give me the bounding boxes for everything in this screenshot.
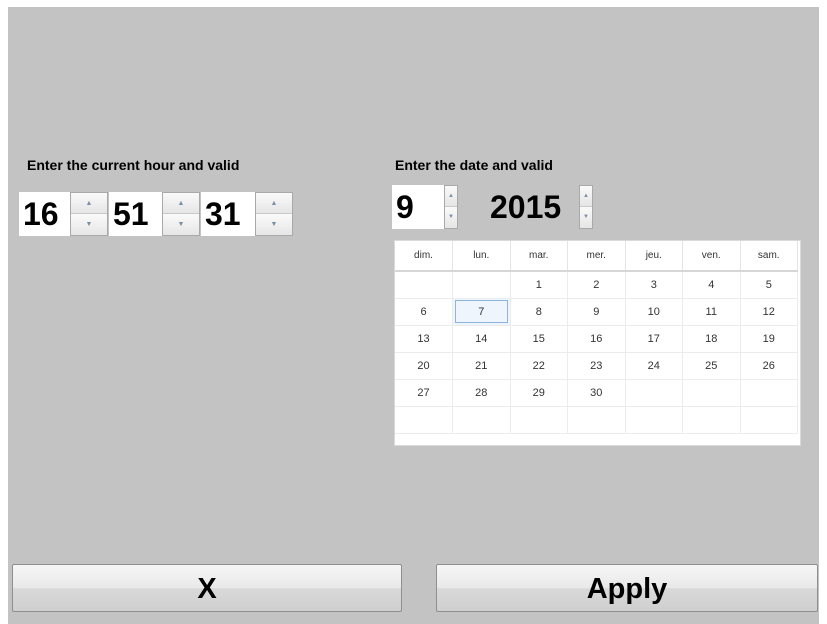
calendar-day[interactable]: 9: [567, 298, 626, 326]
calendar-day[interactable]: 26: [740, 352, 798, 380]
calendar-empty-cell: [395, 406, 453, 434]
weekday-header: dim.: [395, 241, 453, 272]
weekday-header: ven.: [682, 241, 741, 272]
cancel-button[interactable]: X: [12, 564, 402, 612]
calendar-week-row: 12345: [395, 271, 798, 299]
year-up-button[interactable]: ▲: [580, 186, 592, 207]
calendar-week-row: 6 7 8 9 10 11 12: [395, 298, 798, 326]
calendar-day[interactable]: 24: [625, 352, 683, 380]
hour-down-button[interactable]: ▼: [71, 214, 107, 235]
year-input[interactable]: 2015: [486, 185, 579, 229]
calendar-day[interactable]: 29: [510, 379, 568, 407]
calendar-day[interactable]: 14: [452, 325, 511, 353]
hour-spinner: ▲ ▼: [70, 192, 108, 236]
calendar-week-row: 20 21 22 23 24 25 26: [395, 352, 798, 380]
month-input[interactable]: 9: [392, 185, 444, 229]
calendar-day[interactable]: 23: [567, 352, 626, 380]
calendar-empty-cell: [510, 406, 568, 434]
triangle-down-icon: ▼: [177, 221, 185, 228]
minute-up-button[interactable]: ▲: [163, 193, 199, 214]
calendar-day[interactable]: 7: [452, 298, 511, 326]
triangle-up-icon: ▲: [448, 193, 454, 199]
calendar-day[interactable]: 19: [740, 325, 798, 353]
date-section-label: Enter the date and valid: [395, 157, 553, 173]
calendar-day[interactable]: 25: [682, 352, 741, 380]
calendar-empty-cell: [452, 406, 511, 434]
apply-button[interactable]: Apply: [436, 564, 818, 612]
calendar-empty-cell: [395, 271, 453, 299]
weekday-header: lun.: [452, 241, 511, 272]
triangle-up-icon: ▲: [85, 200, 93, 207]
calendar-day[interactable]: 28: [452, 379, 511, 407]
weekday-header: mer.: [567, 241, 626, 272]
calendar-empty-cell: [740, 406, 798, 434]
triangle-up-icon: ▲: [583, 193, 589, 199]
calendar-day[interactable]: 17: [625, 325, 683, 353]
second-spinner: ▲ ▼: [255, 192, 293, 236]
calendar-day[interactable]: 20: [395, 352, 453, 380]
triangle-down-icon: ▼: [85, 221, 93, 228]
calendar-day[interactable]: 30: [567, 379, 626, 407]
calendar-day[interactable]: 1: [510, 271, 568, 299]
month-down-button[interactable]: ▼: [445, 207, 457, 228]
weekday-header-row: dim. lun. mar. mer. jeu. ven. sam.: [395, 241, 798, 272]
calendar-day[interactable]: 8: [510, 298, 568, 326]
calendar-day[interactable]: 3: [625, 271, 683, 299]
calendar-day[interactable]: 15: [510, 325, 568, 353]
weekday-header: mar.: [510, 241, 568, 272]
calendar-day[interactable]: 11: [682, 298, 741, 326]
calendar-empty-cell: [740, 379, 798, 407]
calendar-day[interactable]: 5: [740, 271, 798, 299]
calendar-day[interactable]: 22: [510, 352, 568, 380]
second-down-button[interactable]: ▼: [256, 214, 292, 235]
calendar-empty-cell: [452, 271, 511, 299]
hour-input[interactable]: 16: [19, 192, 70, 236]
weekday-header: sam.: [740, 241, 798, 272]
triangle-down-icon: ▼: [583, 214, 589, 220]
dialog-panel: Enter the current hour and valid 16 ▲ ▼ …: [8, 7, 819, 624]
calendar-day[interactable]: 4: [682, 271, 741, 299]
month-up-button[interactable]: ▲: [445, 186, 457, 207]
hour-up-button[interactable]: ▲: [71, 193, 107, 214]
calendar-empty-cell: [682, 406, 741, 434]
weekday-header: jeu.: [625, 241, 683, 272]
triangle-up-icon: ▲: [270, 200, 278, 207]
triangle-up-icon: ▲: [177, 200, 185, 207]
calendar-day[interactable]: 27: [395, 379, 453, 407]
calendar-week-row: [395, 406, 798, 434]
triangle-down-icon: ▼: [448, 214, 454, 220]
calendar-day[interactable]: 21: [452, 352, 511, 380]
calendar-day[interactable]: 12: [740, 298, 798, 326]
year-spinner: ▲ ▼: [579, 185, 593, 229]
time-section-label: Enter the current hour and valid: [27, 157, 240, 173]
second-input[interactable]: 31: [201, 192, 255, 236]
calendar-grid: dim. lun. mar. mer. jeu. ven. sam. 1 2 3 4 5 6 7 8 9 10…: [395, 241, 798, 434]
calendar: dim. lun. mar. mer. jeu. ven. sam. 1 2 3 4 5 6 7 8 9 10…: [394, 240, 801, 446]
calendar-empty-cell: [567, 406, 626, 434]
calendar-day[interactable]: 18: [682, 325, 741, 353]
year-down-button[interactable]: ▼: [580, 207, 592, 228]
calendar-day[interactable]: 13: [395, 325, 453, 353]
calendar-day[interactable]: 2: [567, 271, 626, 299]
calendar-body: 1 2 3 4 5 6 7 8 9 10 11 12 13 14 15 16 17 18 19 20 21 22 23 24 2…: [395, 271, 798, 434]
calendar-day[interactable]: 6: [395, 298, 453, 326]
calendar-week-row: 27 28 29 30: [395, 379, 798, 407]
month-spinner: ▲ ▼: [444, 185, 458, 229]
minute-down-button[interactable]: ▼: [163, 214, 199, 235]
second-up-button[interactable]: ▲: [256, 193, 292, 214]
calendar-day[interactable]: 10: [625, 298, 683, 326]
calendar-empty-cell: [625, 406, 683, 434]
minute-spinner: ▲ ▼: [162, 192, 200, 236]
calendar-day[interactable]: 16: [567, 325, 626, 353]
calendar-empty-cell: [625, 379, 683, 407]
calendar-week-row: 13 14 15 16 17 18 19: [395, 325, 798, 353]
calendar-empty-cell: [682, 379, 741, 407]
minute-input[interactable]: 51: [109, 192, 162, 236]
triangle-down-icon: ▼: [270, 221, 278, 228]
